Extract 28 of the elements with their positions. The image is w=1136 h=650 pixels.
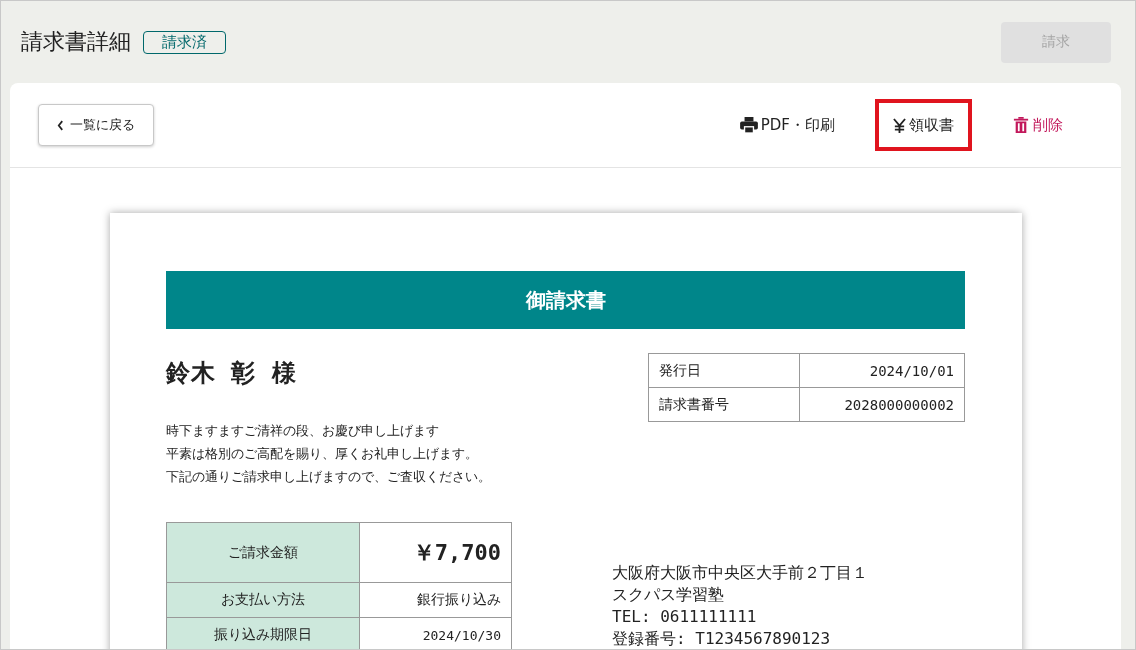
- table-cell: お支払い方法: [166, 582, 360, 618]
- greeting-text: 平素は格別のご高配を賜り、厚くお礼申し上げます。: [166, 445, 479, 463]
- table-cell: 2028000000002: [799, 387, 965, 422]
- page-title: 請求書詳細: [21, 28, 131, 56]
- greeting-text: 下記の通りご請求申し上げますので、ご査収ください。: [166, 468, 491, 486]
- table-cell: ご請求金額: [166, 522, 360, 583]
- table-cell: 発行日: [648, 353, 800, 388]
- status-badge: 請求済: [143, 30, 226, 54]
- delete-button[interactable]: 削除: [994, 99, 1081, 151]
- greeting-text: 時下ますますご清祥の段、お慶び申し上げます: [166, 422, 440, 440]
- trash-icon: [1012, 117, 1030, 133]
- table-cell: 振り込み期限日: [166, 617, 360, 649]
- issuer-text: スクパス学習塾: [612, 584, 725, 606]
- invoice-heading: 御請求書: [166, 271, 965, 329]
- table-cell: 2024/10/01: [799, 353, 965, 388]
- table-cell: 銀行振り込み: [359, 582, 512, 618]
- issuer-text: 登録番号: T1234567890123: [612, 628, 832, 649]
- recipient-name: 鈴木 彰 様: [166, 358, 298, 389]
- chevron-left-icon: [57, 119, 64, 131]
- print-button[interactable]: PDF・印刷: [721, 99, 853, 151]
- printer-icon: [739, 117, 758, 133]
- yen-icon: [893, 117, 906, 133]
- table-cell: ￥7,700: [359, 522, 512, 583]
- issuer-text: 大阪府大阪市中央区大手前２丁目１: [612, 562, 868, 584]
- table-cell: 請求書番号: [648, 387, 800, 422]
- issuer-text: TEL: 0611111111: [612, 606, 758, 628]
- receipt-button[interactable]: 領収書: [875, 99, 972, 151]
- back-button[interactable]: 一覧に戻る: [38, 104, 154, 146]
